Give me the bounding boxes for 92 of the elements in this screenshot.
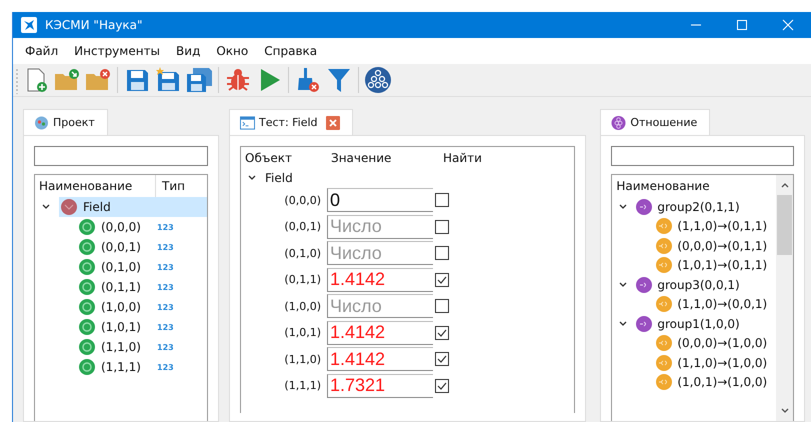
scrollbar[interactable] <box>776 175 793 421</box>
object-label: (1,0,1) <box>283 326 322 340</box>
column-header[interactable]: Наименование <box>612 179 710 193</box>
checkbox[interactable] <box>435 378 449 393</box>
tree-item[interactable]: (1,0,1)→(0,1,1) <box>656 257 768 274</box>
type-label: 123 <box>157 342 174 352</box>
tab-label: Отношение <box>630 116 698 129</box>
save-as-icon[interactable] <box>154 66 182 94</box>
node-icon <box>79 339 95 355</box>
type-label: 123 <box>157 282 174 292</box>
test-tab[interactable]: Тест: Field <box>229 109 353 135</box>
checkbox[interactable] <box>435 272 449 287</box>
tree-item[interactable]: (1,1,0)→(0,0,1) <box>656 296 768 312</box>
value-field[interactable]: Число <box>327 294 433 318</box>
object-label: (0,0,1) <box>283 220 322 234</box>
checkbox[interactable] <box>435 299 449 314</box>
menu-item[interactable]: Справка <box>256 44 326 58</box>
tree-item[interactable]: (0,0,0)→(0,1,1) <box>656 238 768 254</box>
checkbox[interactable] <box>435 326 449 340</box>
type-label: 123 <box>157 222 174 232</box>
object-label: (1,0,0) <box>283 300 322 313</box>
search-field[interactable] <box>611 146 794 166</box>
menu-item[interactable]: Вид <box>168 44 208 58</box>
menu-item[interactable]: Окно <box>208 44 256 58</box>
tree-item[interactable]: (1,1,0) <box>79 339 157 355</box>
value-field[interactable]: 1.4142 <box>327 268 433 292</box>
menu-item[interactable]: Файл <box>17 44 66 58</box>
search-field[interactable] <box>34 146 208 166</box>
checkbox[interactable] <box>435 220 449 234</box>
filter-icon[interactable] <box>325 66 353 94</box>
tree-item[interactable]: group3(0,0,1) <box>636 276 740 293</box>
tree-item[interactable]: (1,0,0) <box>79 299 157 315</box>
scroll-up-icon[interactable] <box>780 181 790 189</box>
relation-icon <box>611 116 626 130</box>
value-field[interactable]: 1.7321 <box>327 374 433 398</box>
checkbox[interactable] <box>435 352 449 366</box>
checkbox[interactable] <box>435 193 449 208</box>
tree-item[interactable]: group2(0,1,1) <box>636 198 740 215</box>
tree-item[interactable]: (0,0,1) <box>79 239 157 255</box>
relation-tab[interactable]: Отношение <box>600 109 710 135</box>
node-icon <box>79 319 95 335</box>
value-field[interactable]: 1.4142 <box>327 347 433 372</box>
object-label: (1,1,0) <box>283 352 322 366</box>
tree-item[interactable]: (1,1,0)→(0,1,1) <box>656 218 768 234</box>
column-header[interactable]: Объект <box>241 151 325 165</box>
type-label: 123 <box>157 362 174 372</box>
node-icon <box>79 359 95 375</box>
node-icon <box>79 239 95 255</box>
tree-item[interactable]: (1,0,1)→(1,0,0) <box>656 374 768 390</box>
node-icon <box>79 279 95 295</box>
tree-item[interactable]: (1,1,1) <box>79 359 157 375</box>
value-field[interactable]: 0 <box>327 188 433 212</box>
node-icon <box>79 219 95 235</box>
tab-label: Тест: Field <box>259 116 318 129</box>
window-title: КЭСМИ "Наука" <box>45 18 143 32</box>
group-label: Field <box>265 171 293 185</box>
object-label: (0,0,0) <box>283 194 322 207</box>
scroll-thumb[interactable] <box>777 195 792 255</box>
object-label: (0,1,1) <box>283 273 322 286</box>
value-field[interactable]: Число <box>327 214 433 239</box>
tree-item[interactable]: (0,1,1) <box>79 279 157 295</box>
column-header[interactable]: Найти <box>437 151 482 165</box>
value-field[interactable]: 1.4142 <box>327 320 433 345</box>
tree-item[interactable]: (1,0,1) <box>79 319 157 335</box>
type-label: 123 <box>157 242 174 252</box>
tab-label: Проект <box>53 116 95 129</box>
project-tab[interactable]: Проект <box>23 109 108 135</box>
save-all-icon[interactable] <box>185 66 213 94</box>
tree-item[interactable]: (1,1,0)→(1,0,0) <box>656 354 768 371</box>
type-label: 123 <box>157 262 174 272</box>
tree-item[interactable]: (0,0,0) <box>79 219 157 235</box>
tree-item[interactable]: (0,0,0)→(1,0,0) <box>656 335 768 352</box>
node-icon <box>79 259 95 275</box>
network-icon[interactable] <box>364 66 392 94</box>
column-header[interactable]: Тип <box>156 179 185 193</box>
type-label: 123 <box>157 322 174 332</box>
app-logo-icon <box>21 17 37 33</box>
type-label: 123 <box>157 302 174 312</box>
object-label: (1,1,1) <box>283 379 322 392</box>
column-header[interactable]: Значение <box>325 151 437 165</box>
console-icon <box>240 116 255 130</box>
tree-item[interactable]: Field <box>59 197 207 217</box>
tree-item[interactable]: (0,1,0) <box>79 259 157 275</box>
tree-item[interactable]: group1(1,0,0) <box>636 316 740 332</box>
object-label: (0,1,0) <box>283 246 322 260</box>
value-field[interactable]: Число <box>327 241 433 266</box>
menu-item[interactable]: Инструменты <box>66 44 168 58</box>
project-icon <box>34 116 49 130</box>
close-tab-button[interactable] <box>326 116 340 130</box>
scroll-down-icon[interactable] <box>780 407 790 415</box>
node-icon <box>79 299 95 315</box>
checkbox[interactable] <box>435 246 449 260</box>
